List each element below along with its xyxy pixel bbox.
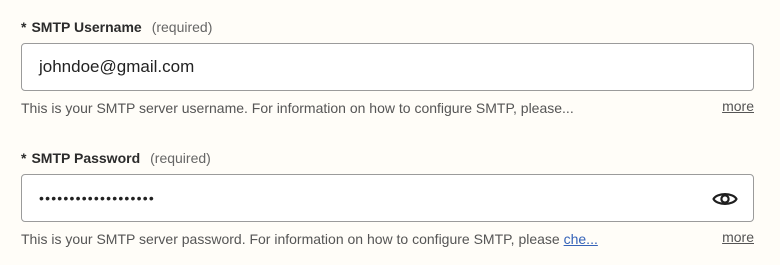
required-indicator: (required)	[151, 19, 213, 35]
smtp-username-label: SMTP Username	[31, 19, 142, 35]
smtp-username-field: * SMTP Username (required) johndoe@gmail…	[21, 17, 754, 118]
required-asterisk: *	[21, 150, 27, 166]
smtp-password-help-row: This is your SMTP server password. For i…	[21, 229, 754, 249]
smtp-password-input[interactable]: •••••••••••••••••••	[21, 174, 754, 222]
smtp-username-value: johndoe@gmail.com	[39, 57, 195, 76]
smtp-password-masked-value: •••••••••••••••••••	[39, 190, 155, 206]
smtp-username-input[interactable]: johndoe@gmail.com	[21, 43, 754, 91]
smtp-username-help-row: This is your SMTP server username. For i…	[21, 98, 754, 118]
smtp-password-help-body: This is your SMTP server password. For i…	[21, 231, 564, 247]
smtp-username-label-row: * SMTP Username (required)	[21, 17, 754, 37]
required-asterisk: *	[21, 19, 27, 35]
smtp-password-more-link[interactable]: more	[722, 227, 754, 247]
smtp-password-label-row: * SMTP Password (required)	[21, 148, 754, 168]
smtp-password-label: SMTP Password	[31, 150, 141, 166]
smtp-password-field: * SMTP Password (required) •••••••••••••…	[21, 148, 754, 249]
eye-icon	[712, 193, 738, 205]
smtp-username-help-text: This is your SMTP server username. For i…	[21, 100, 574, 116]
required-indicator: (required)	[150, 150, 211, 166]
smtp-password-help-link[interactable]: che...	[564, 231, 598, 247]
smtp-password-help-text: This is your SMTP server password. For i…	[21, 229, 598, 249]
show-password-toggle[interactable]	[712, 186, 738, 212]
smtp-username-more-link[interactable]: more	[722, 96, 754, 116]
